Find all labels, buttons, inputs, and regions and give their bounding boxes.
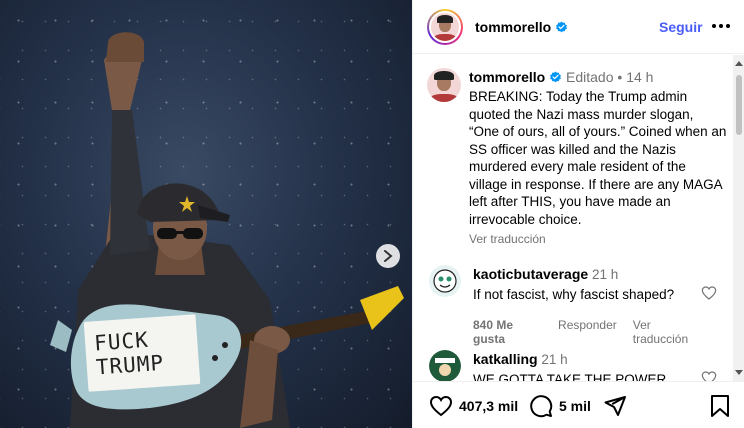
caption-separator: •	[617, 69, 623, 85]
comment-bubble-icon[interactable]	[529, 394, 553, 418]
comment-body: katkalling 21 h WE GOTTA TAKE THE POWER …	[473, 350, 703, 381]
comment-username[interactable]: kaoticbutaverage	[473, 266, 588, 282]
scroll-down-arrow-icon[interactable]	[735, 370, 743, 375]
see-translation-link[interactable]: Ver traducción	[469, 232, 727, 246]
header-avatar-story-ring[interactable]	[427, 9, 463, 45]
cartoon-avatar-icon	[433, 269, 457, 293]
scroll-up-arrow-icon[interactable]	[735, 61, 743, 66]
comment-text: If not fascist, why fascist shaped?	[473, 287, 675, 302]
comment-time[interactable]: 21 h	[541, 352, 567, 367]
next-image-button[interactable]	[376, 244, 400, 268]
more-options-icon[interactable]	[711, 18, 731, 34]
caption-avatar[interactable]	[427, 68, 461, 102]
comment-username[interactable]: katkalling	[473, 351, 538, 367]
comment-translate-link[interactable]: Ver traducción	[633, 318, 703, 346]
header-avatar	[429, 11, 461, 43]
comment-action[interactable]: 5 mil	[529, 394, 591, 418]
verified-badge-icon	[556, 21, 568, 32]
share-send-icon[interactable]	[603, 394, 627, 418]
comments-scroll-area[interactable]: tommorello Editado • 14 h BREAKING: Toda…	[413, 55, 733, 381]
caption: tommorello Editado • 14 h BREAKING: Toda…	[469, 68, 727, 246]
edited-label: Editado	[566, 69, 614, 85]
chevron-right-icon	[384, 250, 393, 262]
comment-time[interactable]: 21 h	[592, 267, 618, 282]
post-action-bar: 407,3 mil 5 mil	[413, 381, 744, 428]
vertical-scrollbar[interactable]	[733, 55, 744, 381]
bookmark-save-icon[interactable]	[709, 394, 731, 418]
post-header: tommorello Seguir	[413, 0, 744, 54]
heart-icon[interactable]	[429, 394, 453, 418]
verified-badge-icon	[550, 71, 562, 83]
guitar-sign-text: FUCK TRUMP	[93, 327, 165, 380]
likes-count[interactable]: 407,3 mil	[459, 398, 518, 414]
header-username[interactable]: tommorello	[475, 19, 551, 35]
cartoon-avatar-icon	[429, 350, 461, 381]
post-side-panel: tommorello Seguir tommorello Editado • 1…	[412, 0, 744, 428]
comment-likes-count[interactable]: 840 Me gusta	[473, 318, 542, 346]
comment-avatar[interactable]	[429, 265, 461, 297]
comment-avatar[interactable]	[429, 350, 461, 381]
comment-body: kaoticbutaverage 21 h If not fascist, wh…	[473, 265, 703, 346]
caption-time[interactable]: 14 h	[626, 69, 653, 85]
comment-like-heart-icon[interactable]	[701, 370, 717, 381]
follow-button[interactable]: Seguir	[659, 19, 703, 35]
post-image: FUCK TRUMP	[0, 0, 412, 428]
reply-button[interactable]: Responder	[558, 318, 617, 346]
caption-text: BREAKING: Today the Trump admin quoted t…	[469, 89, 727, 227]
musician-illustration	[50, 32, 404, 428]
caption-header: tommorello Editado • 14 h	[469, 68, 727, 86]
comments-count[interactable]: 5 mil	[559, 398, 591, 414]
comment-text: WE GOTTA TAKE THE POWER BACK	[473, 372, 667, 381]
comment-actions: 840 Me gusta Responder Ver traducción	[473, 318, 703, 346]
like-action[interactable]: 407,3 mil	[429, 394, 518, 418]
caption-username[interactable]: tommorello	[469, 69, 545, 85]
scrollbar-thumb[interactable]	[736, 75, 742, 135]
comment-like-heart-icon[interactable]	[701, 285, 717, 301]
